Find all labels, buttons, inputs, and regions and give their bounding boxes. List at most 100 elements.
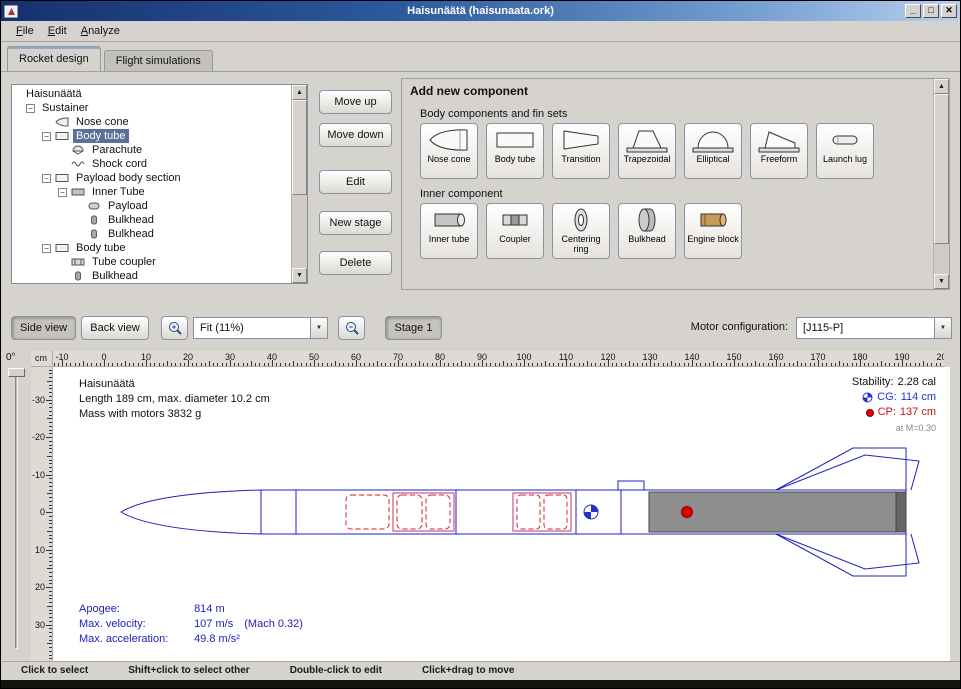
tree-item-shock-cord[interactable]: Shock cord [13,157,290,171]
move-up-button[interactable]: Move up [319,90,392,114]
scroll-down-icon[interactable]: ▼ [292,268,307,283]
ruler-tick [184,363,185,366]
tree-item-payload-body-section[interactable]: −Payload body section [13,171,290,185]
zoom-in-button[interactable] [161,316,188,340]
add-elliptical-button[interactable]: Elliptical [684,123,742,179]
scroll-up-icon[interactable]: ▲ [292,85,307,100]
ruler-tick [696,363,697,366]
ruler-tick [583,363,584,366]
ruler-tick [49,617,52,618]
add-nose-cone-button[interactable]: Nose cone [420,123,478,179]
edit-button[interactable]: Edit [319,170,392,194]
tree-item-body-tube[interactable]: −Body tube [13,241,290,255]
add-component-scrollbar[interactable]: ▲ ▼ [933,79,949,289]
tree-item-tube-coupler[interactable]: Tube coupler [13,255,290,269]
add-bulkhead-button[interactable]: Bulkhead [618,203,676,259]
ruler-tick [562,363,563,366]
tree-item-inner-tube[interactable]: −Inner Tube [13,185,290,199]
add-coupler-button[interactable]: Coupler [486,203,544,259]
add-freeform-button[interactable]: Freeform [750,123,808,179]
ruler-tick [373,363,374,366]
tree-scrollbar[interactable]: ▲ ▼ [291,85,307,283]
back-view-button[interactable]: Back view [81,316,149,340]
chevron-down-icon[interactable]: ▼ [934,318,951,338]
ruler-tick [831,363,832,366]
ruler-tick [46,550,52,551]
ruler-tick [196,363,197,366]
ruler-tick [49,501,52,502]
minimize-button[interactable]: _ [905,4,921,18]
title-bar[interactable]: Haisunäätä (haisunaata.ork) _ □ ✕ [1,1,960,21]
ruler-tick [915,363,916,366]
ruler-tick [747,363,748,366]
scroll-up-icon[interactable]: ▲ [934,79,949,94]
ruler-tick [390,363,391,366]
menu-analyze[interactable]: Analyze [74,23,127,39]
delete-button[interactable]: Delete [319,251,392,275]
motor-configuration-select[interactable]: [J115-P] ▼ [796,317,952,339]
ruler-tick [49,407,52,408]
tree-item-payload[interactable]: Payload [13,199,290,213]
add-component-scrollbar-thumb[interactable] [934,94,949,244]
status-hint: Shift+click to select other [128,665,249,680]
maximize-button[interactable]: □ [923,4,939,18]
h-ruler-label: 50 [309,352,319,362]
tree-expander-icon[interactable]: − [26,104,35,113]
tree-item-bulkhead[interactable]: Bulkhead [13,269,290,282]
ruler-tick [49,426,52,427]
ruler-tick [46,437,52,438]
ruler-tick [96,363,97,366]
side-view-button[interactable]: Side view [11,316,76,340]
tree-scrollbar-thumb[interactable] [292,100,307,195]
tree-expander-icon[interactable]: − [42,174,51,183]
rotation-slider-track[interactable] [15,375,18,649]
tree-item-bulkhead[interactable]: Bulkhead [13,213,290,227]
h-ruler-label: 30 [225,352,235,362]
payload-icon [87,201,101,211]
zoom-out-button[interactable] [338,316,365,340]
new-stage-button[interactable]: New stage [319,211,392,235]
tree-item-nose-cone[interactable]: Nose cone [13,115,290,129]
zoom-select[interactable]: Fit (11%) ▼ [193,317,328,339]
tab-rocket-design[interactable]: Rocket design [7,46,101,71]
add-transition-button[interactable]: Transition [552,123,610,179]
tree-expander-icon[interactable]: − [42,244,51,253]
tab-flight-simulations[interactable]: Flight simulations [104,50,213,71]
move-down-button[interactable]: Move down [319,123,392,147]
rocket-canvas[interactable]: Haisunäätä Length 189 cm, max. diameter … [53,367,950,661]
chevron-down-icon[interactable]: ▼ [310,318,327,338]
apogee-value: 814 m [194,603,225,615]
tree-item-bulkhead[interactable]: Bulkhead [13,227,290,241]
add-launch-lug-button[interactable]: Launch lug [816,123,874,179]
add-inner-tube-button[interactable]: Inner tube [420,203,478,259]
ruler-tick [138,363,139,366]
rotation-slider-handle[interactable] [8,368,25,377]
ruler-tick [549,363,550,366]
scroll-down-icon[interactable]: ▼ [934,274,949,289]
tree-expander-icon[interactable]: − [42,132,51,141]
tree-item-parachute[interactable]: Parachute [13,143,290,157]
ruler-tick [772,363,773,366]
ruler-tick [213,363,214,366]
ruler-tick [222,363,223,366]
add-engine-block-button[interactable]: Engine block [684,203,742,259]
menu-edit[interactable]: Edit [41,23,74,39]
tree-item-body-tube[interactable]: −Body tube [13,129,290,143]
stage-1-toggle[interactable]: Stage 1 [385,316,442,340]
add-centering-ring-button[interactable]: Centering ring [552,203,610,259]
add-body-tube-button[interactable]: Body tube [486,123,544,179]
tree-expander-icon[interactable]: − [58,188,67,197]
bodytube-icon [55,243,69,253]
tree-item-haisun-t-[interactable]: Haisunäätä [13,87,290,101]
ruler-tick [264,363,265,366]
ruler-tick [721,363,722,366]
ruler-tick [658,363,659,366]
add-trapezoidal-button[interactable]: Trapezoidal [618,123,676,179]
ruler-tick [49,561,52,562]
close-button[interactable]: ✕ [941,4,957,18]
tree-item-sustainer[interactable]: −Sustainer [13,101,290,115]
ruler-tick [243,363,244,366]
ruler-tick [385,363,386,366]
menu-file[interactable]: File [9,23,41,39]
app-icon [4,5,19,18]
